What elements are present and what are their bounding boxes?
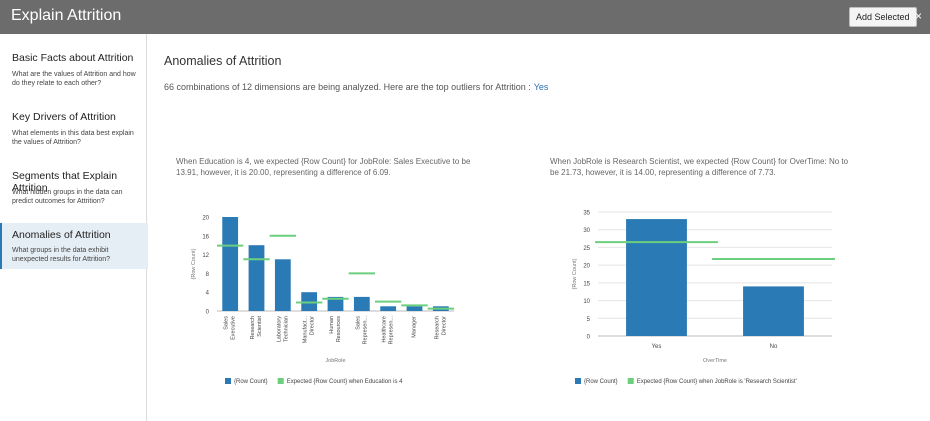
page-title: Anomalies of Attrition bbox=[164, 54, 282, 68]
x-tick-label: Director bbox=[441, 316, 447, 335]
x-tick-label: Sales bbox=[224, 316, 230, 330]
x-tick-label: Sales bbox=[355, 316, 361, 330]
x-tick-label: Laboratory bbox=[276, 316, 282, 343]
legend-label: {Row Count} bbox=[234, 379, 268, 385]
y-tick-label: 15 bbox=[583, 281, 590, 287]
add-selected-button[interactable]: Add Selected bbox=[849, 7, 917, 27]
y-tick-label: 5 bbox=[587, 317, 591, 323]
bar-row-count bbox=[743, 286, 804, 336]
y-axis-label: {Row Count} bbox=[191, 248, 197, 279]
sidebar-item-anomalies[interactable]: Anomalies of Attrition What groups in th… bbox=[0, 223, 148, 269]
x-tick-label: Resources bbox=[336, 316, 342, 343]
sidebar-item-label: Key Drivers of Attrition bbox=[12, 111, 116, 123]
x-tick-label: Technician bbox=[283, 316, 289, 342]
x-tick-label: Executive bbox=[231, 316, 237, 340]
attrition-value-link[interactable]: Yes bbox=[534, 82, 549, 92]
x-tick-label: No bbox=[770, 344, 778, 350]
bar-row-count bbox=[380, 306, 397, 311]
legend-label: Expected {Row Count} when Education is 4 bbox=[287, 379, 403, 385]
sidebar-item-description: What elements in this data best explain … bbox=[12, 130, 134, 146]
x-tick-label: Research bbox=[434, 316, 440, 340]
y-tick-label: 35 bbox=[583, 211, 590, 217]
x-tick-label: Manufact... bbox=[303, 316, 309, 344]
y-tick-label: 8 bbox=[206, 272, 210, 278]
y-tick-label: 0 bbox=[587, 335, 591, 341]
chart-1-note: When Education is 4, we expected {Row Co… bbox=[176, 157, 471, 177]
sidebar-item-basic-facts[interactable]: Basic Facts about Attrition What are the… bbox=[0, 46, 146, 96]
y-tick-label: 16 bbox=[202, 234, 209, 240]
legend-swatch bbox=[627, 378, 634, 384]
bar-row-count bbox=[222, 217, 239, 311]
legend-label: {Row Count} bbox=[584, 379, 618, 385]
y-tick-label: 10 bbox=[583, 299, 590, 305]
sidebar-item-key-drivers[interactable]: Key Drivers of Attrition What elements i… bbox=[0, 105, 146, 155]
analysis-summary: 66 combinations of 12 dimensions are bei… bbox=[164, 82, 548, 92]
x-tick-label: Yes bbox=[652, 344, 662, 350]
sidebar-item-label: Anomalies of Attrition bbox=[12, 229, 111, 241]
x-axis-label: OverTime bbox=[703, 358, 727, 364]
legend-swatch bbox=[277, 378, 284, 384]
y-tick-label: 30 bbox=[583, 228, 590, 234]
bar-row-count bbox=[248, 245, 265, 311]
x-tick-label: Scientist bbox=[257, 316, 263, 337]
chart-overtime[interactable]: 0 5 10 15 20 25 30 35 {Row Count} Yes No OverTime {R… bbox=[550, 205, 850, 405]
x-tick-label: Director bbox=[310, 316, 316, 335]
y-tick-label: 0 bbox=[206, 310, 210, 316]
chart-jobrole[interactable]: 048121620{Row Count}Sales Executive Resear… bbox=[180, 205, 470, 405]
x-tick-label: Healthcare bbox=[382, 316, 388, 343]
sidebar-item-description: What groups in the data exhibit unexpect… bbox=[12, 247, 111, 263]
bar-row-count bbox=[274, 259, 291, 311]
x-tick-label: Manager bbox=[412, 316, 418, 338]
sidebar-item-description: What are the values of Attrition and how… bbox=[12, 71, 136, 87]
legend-swatch bbox=[225, 378, 231, 384]
bar-row-count bbox=[406, 306, 423, 311]
title-bar: Explain Attrition Add Selected × bbox=[0, 0, 930, 34]
sidebar: Basic Facts about Attrition What are the… bbox=[0, 34, 148, 421]
bar-row-count bbox=[626, 219, 687, 336]
legend-swatch bbox=[575, 378, 581, 384]
y-tick-label: 25 bbox=[583, 246, 590, 252]
y-tick-label: 4 bbox=[206, 291, 210, 297]
close-icon[interactable]: × bbox=[915, 9, 922, 23]
x-tick-label: Human bbox=[329, 316, 335, 334]
sidebar-item-label: Basic Facts about Attrition bbox=[12, 52, 134, 64]
x-axis-label: JobRole bbox=[325, 358, 345, 364]
sidebar-item-description: What hidden groups in the data can predi… bbox=[12, 189, 123, 205]
dialog-title: Explain Attrition bbox=[11, 7, 122, 24]
x-tick-label: Represen... bbox=[389, 316, 395, 345]
y-tick-label: 20 bbox=[583, 264, 590, 270]
analysis-summary-text: 66 combinations of 12 dimensions are bei… bbox=[164, 82, 531, 92]
chart-2-note: When JobRole is Research Scientist, we e… bbox=[550, 157, 849, 177]
bar-row-count bbox=[353, 296, 370, 311]
x-tick-label: Research bbox=[250, 316, 256, 340]
sidebar-item-segments[interactable]: Segments that Explain Attrition What hid… bbox=[0, 164, 146, 214]
y-tick-label: 20 bbox=[202, 216, 209, 222]
y-axis-label: {Row Count} bbox=[572, 258, 578, 289]
legend-label: Expected {Row Count} when JobRole is 'Re… bbox=[637, 379, 797, 385]
y-tick-label: 12 bbox=[202, 253, 209, 259]
x-tick-label: Represen... bbox=[362, 316, 368, 345]
